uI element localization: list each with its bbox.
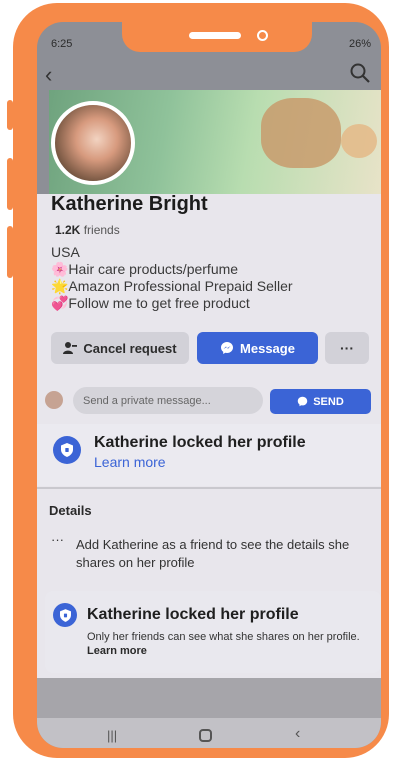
bottom-area bbox=[37, 678, 381, 718]
messenger-icon bbox=[221, 342, 234, 354]
friends-count[interactable]: 1.2K friends bbox=[55, 223, 120, 237]
details-heading: Details bbox=[49, 503, 92, 518]
friends-label: friends bbox=[83, 223, 120, 237]
shield-icon bbox=[53, 436, 81, 464]
bio-line: 🌟Amazon Professional Prepaid Seller bbox=[51, 278, 293, 294]
send-label: SEND bbox=[313, 395, 344, 408]
more-options-button[interactable]: ··· bbox=[325, 332, 369, 364]
person-minus-icon bbox=[63, 342, 78, 354]
locked-card-description: Only her friends can see what she shares… bbox=[87, 631, 360, 643]
profile-bio: USA 🌸Hair care products/perfume 🌟Amazon … bbox=[51, 244, 371, 312]
cancel-request-label: Cancel request bbox=[83, 340, 177, 356]
battery-level: 26% bbox=[348, 38, 371, 50]
locked-card-text: Only her friends can see what she shares… bbox=[87, 630, 367, 658]
shield-icon bbox=[53, 603, 77, 627]
side-button bbox=[7, 158, 13, 210]
back-arrow-icon[interactable]: ‹ bbox=[45, 62, 52, 88]
phone-screen: 6:25 26% ‹ Katherine Bright 1.2K friends… bbox=[37, 22, 381, 748]
bio-line: USA bbox=[51, 244, 80, 260]
friends-number: 1.2K bbox=[55, 223, 81, 237]
message-label: Message bbox=[240, 340, 295, 356]
bio-line: 💞Follow me to get free product bbox=[51, 295, 250, 311]
cancel-request-button[interactable]: Cancel request bbox=[51, 332, 189, 364]
locked-card-title: Katherine locked her profile bbox=[87, 606, 299, 623]
profile-actions: Cancel request Message ··· bbox=[51, 332, 371, 364]
recent-apps-icon[interactable]: ||| bbox=[107, 728, 117, 743]
private-message-row: SEND bbox=[45, 387, 379, 415]
top-nav: ‹ bbox=[37, 62, 381, 88]
messenger-icon bbox=[298, 396, 308, 407]
home-icon[interactable] bbox=[199, 729, 212, 742]
phone-frame: 6:25 26% ‹ Katherine Bright 1.2K friends… bbox=[13, 3, 389, 758]
cover-illustration-small bbox=[341, 124, 377, 158]
private-message-input[interactable] bbox=[73, 387, 263, 414]
send-button[interactable]: SEND bbox=[270, 389, 371, 414]
message-button[interactable]: Message bbox=[197, 332, 318, 364]
locked-card-learn-more[interactable]: Learn more bbox=[87, 645, 147, 657]
cover-illustration bbox=[261, 98, 341, 168]
camera-icon bbox=[257, 30, 268, 41]
bio-line: 🌸Hair care products/perfume bbox=[51, 261, 239, 277]
locked-profile-title: Katherine locked her profile bbox=[94, 434, 306, 451]
user-avatar-small bbox=[45, 391, 63, 409]
speaker-grille bbox=[189, 32, 241, 39]
profile-name: Katherine Bright bbox=[51, 193, 208, 215]
side-button bbox=[7, 226, 13, 278]
search-icon[interactable] bbox=[349, 62, 371, 84]
profile-avatar[interactable] bbox=[51, 101, 135, 185]
status-time: 6:25 bbox=[51, 38, 73, 50]
system-back-icon[interactable]: ‹ bbox=[295, 725, 300, 743]
section-divider bbox=[37, 487, 381, 489]
learn-more-link[interactable]: Learn more bbox=[94, 454, 166, 470]
details-text: Add Katherine as a friend to see the det… bbox=[76, 537, 350, 570]
more-dots-icon: ··· bbox=[51, 532, 64, 547]
camera-notch bbox=[122, 6, 312, 52]
side-button bbox=[7, 100, 13, 130]
